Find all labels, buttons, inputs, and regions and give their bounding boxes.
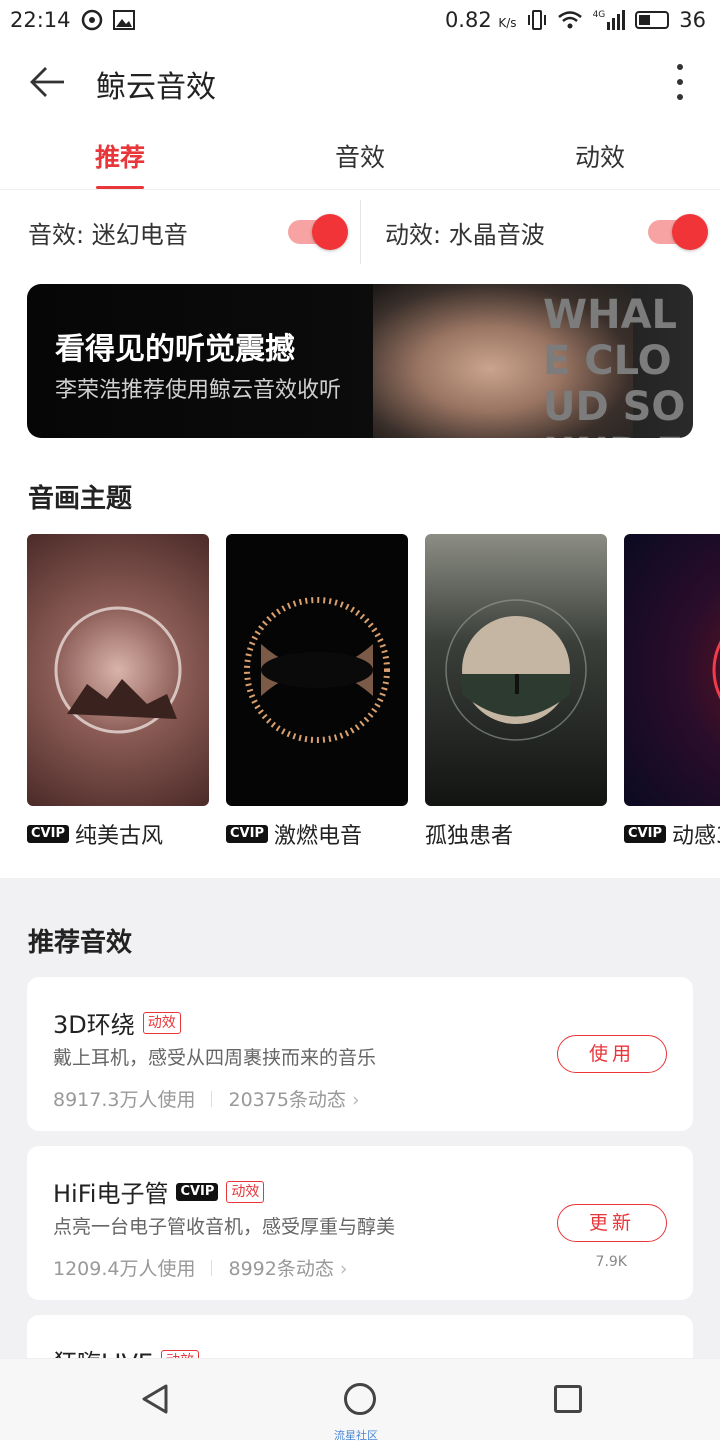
theme-thumbnail [226,534,408,806]
tab-bar: 推荐 音效 动效 [0,126,720,190]
effect-title: 3D环绕 [53,1011,135,1039]
use-button[interactable]: 使用 [557,1035,667,1073]
motion-effect-row: 动效: 水晶音波 [360,200,720,264]
network-speed: 0.82 K/s [444,8,517,32]
motion-effect-switch[interactable] [648,214,708,250]
effect-posts-link[interactable]: 8992条动态 › [228,1254,347,1281]
effect-description: 戴上耳机，感受从四周裹挟而来的音乐 [53,1047,377,1069]
theme-name: 纯美古风 [74,824,163,849]
theme-thumbnail [624,534,720,806]
netease-icon [81,9,102,31]
theme-name: 激燃电音 [273,824,362,849]
theme-item[interactable]: CVIP 纯美古风 [27,534,209,854]
effect-tag: 动效 [226,1180,265,1203]
app-bar: 鲸云音效 [0,40,720,124]
tab-motion-effects[interactable]: 动效 [480,126,720,189]
chevron-right-icon: › [351,1089,360,1111]
back-arrow-icon[interactable] [28,62,68,102]
theme-item[interactable]: CVIP 动感3D [624,534,720,854]
effect-tag: 动效 [142,1011,181,1034]
effect-card[interactable]: HiFi电子管 CVIP 动效 点亮一台电子管收音机，感受厚重与醇美 1209.4万… [27,1146,693,1300]
nav-recents-icon[interactable] [554,1385,582,1413]
tab-recommend[interactable]: 推荐 [0,126,240,189]
banner-subtitle: 李荣浩推荐使用鲸云音效收听 [55,378,342,403]
theme-item[interactable]: 孤独患者 [425,534,607,854]
theme-thumbnail [425,534,607,806]
vip-badge-icon: CVIP [27,825,69,843]
themes-section-title: 音画主题 [28,484,133,514]
theme-list: CVIP 纯美古风 CVIP 激燃电音 孤独患者 CVIP 动感3D [27,534,720,854]
battery-icon [635,11,670,29]
signal-icon: 4G [593,10,626,30]
theme-item[interactable]: CVIP 激燃电音 [226,534,408,854]
vip-badge-icon: CVIP [624,825,666,843]
effect-users: 8917.3万人使用 [53,1089,196,1111]
promo-banner[interactable]: WHALE CLOUD SOUND EFFECT 看得见的听觉震撼 李荣浩推荐使… [27,284,693,438]
system-nav-bar: 流星社区 [0,1358,720,1442]
theme-thumbnail [27,534,209,806]
status-bar: 22:14 0.82 K/s 4G 36 [0,0,720,40]
status-time: 22:14 [10,8,71,32]
banner-title: 看得见的听觉震撼 [55,332,295,367]
theme-name: 孤独患者 [425,824,514,849]
vip-badge-icon: CVIP [176,1182,219,1201]
effect-card[interactable]: 3D环绕 动效 戴上耳机，感受从四周裹挟而来的音乐 8917.3万人使用 2037… [27,977,693,1131]
motion-effect-label: 动效: 水晶音波 [385,220,545,249]
sound-effect-label: 音效: 迷幻电音 [28,220,188,249]
effect-description: 点亮一台电子管收音机，感受厚重与醇美 [53,1216,396,1238]
effect-tag: 动效 [161,1349,200,1358]
effect-card[interactable]: 狂嗨LIVE 动效 [27,1315,693,1358]
effect-posts-link[interactable]: 20375条动态 › [228,1085,359,1112]
chevron-right-icon: › [339,1258,348,1280]
battery-level: 36 [679,8,706,32]
effect-users: 1209.4万人使用 [53,1258,196,1280]
vibrate-icon [527,10,546,30]
effect-toggles: 音效: 迷幻电音 动效: 水晶音波 [0,200,720,264]
watermark: 流星社区 [334,1429,378,1442]
tab-sound-effects[interactable]: 音效 [240,126,480,189]
theme-name: 动感3D [671,824,720,849]
banner-background-text: WHALE CLOUD SOUND EFFECT [543,292,686,438]
vip-badge-icon: CVIP [226,825,268,843]
page-title: 鲸云音效 [96,70,216,105]
nav-home-icon[interactable] [344,1383,376,1415]
update-size: 7.9K [595,1254,627,1270]
update-button[interactable]: 更新 [557,1204,667,1242]
sound-effect-row: 音效: 迷幻电音 [0,200,360,264]
recommend-section-title: 推荐音效 [28,928,133,958]
more-options-icon[interactable] [668,62,692,102]
effect-title: HiFi电子管 [53,1180,169,1208]
wifi-icon [557,11,582,29]
sound-effect-switch[interactable] [288,214,348,250]
nav-back-icon[interactable] [140,1383,170,1415]
effect-title: 狂嗨LIVE [53,1343,153,1358]
gallery-icon [112,10,135,30]
